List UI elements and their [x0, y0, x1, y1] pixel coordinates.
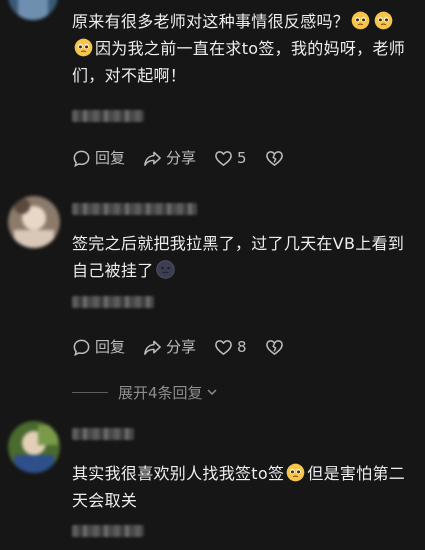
comment-actions: 回复 分享 5 — [72, 147, 306, 169]
comment-text: 签完之后就把我拉黑了，过了几天在VB上看到自己被挂了 — [72, 230, 417, 284]
pleading-face-emoji — [374, 11, 393, 30]
avatar[interactable] — [8, 0, 58, 20]
dislike-button[interactable] — [265, 338, 288, 357]
like-button[interactable]: 5 — [214, 147, 247, 169]
share-arrow-icon — [144, 340, 161, 355]
expand-replies-label: 展开4条回复 — [118, 383, 203, 402]
comment-meta — [72, 110, 144, 122]
share-button[interactable]: 分享 — [143, 147, 196, 169]
reply-label: 回复 — [95, 338, 126, 356]
avatar[interactable] — [8, 421, 60, 473]
comment-actions: 回复 分享 8 — [72, 336, 306, 358]
share-label: 分享 — [166, 338, 197, 356]
share-button[interactable]: 分享 — [143, 336, 196, 358]
dark-moon-face-emoji — [155, 260, 175, 279]
share-label: 分享 — [166, 149, 197, 167]
username[interactable] — [72, 203, 197, 215]
comment-text-part1: 原来有很多老师对这种事情很反感吗？ — [72, 12, 350, 31]
comment-feed: 原来有很多老师对这种事情很反感吗？ 因为我之前一直在求to签，我的妈呀，老师们，对… — [0, 0, 425, 550]
broken-heart-icon — [265, 150, 283, 166]
comment-text-part2: 因为我之前一直在求to签，我的妈呀，老师们，对不起啊！ — [72, 39, 406, 85]
username[interactable] — [72, 428, 134, 440]
comment-meta — [72, 525, 144, 537]
comment-text: 其实我很喜欢别人找我签to签 但是害怕第二天会取关 — [72, 460, 417, 514]
heart-icon — [215, 339, 232, 355]
like-button[interactable]: 8 — [214, 336, 247, 358]
expand-divider-line — [72, 391, 108, 393]
pleading-face-emoji — [74, 38, 93, 57]
pleading-face-emoji — [286, 463, 305, 482]
comment-bubble-icon — [73, 150, 90, 167]
pleading-face-emoji — [351, 11, 370, 30]
share-arrow-icon — [144, 151, 161, 166]
comment-text-part1: 其实我很喜欢别人找我签to签 — [72, 464, 285, 483]
comment-text-body: 签完之后就把我拉黑了，过了几天在VB上看到自己被挂了 — [72, 234, 405, 280]
reply-label: 回复 — [95, 149, 126, 167]
like-count: 5 — [237, 149, 247, 167]
chevron-down-icon — [207, 389, 217, 396]
comment-meta — [72, 296, 154, 308]
comment-text: 原来有很多老师对这种事情很反感吗？ 因为我之前一直在求to签，我的妈呀，老师们，对… — [72, 8, 417, 89]
like-count: 8 — [237, 338, 247, 356]
comment-bubble-icon — [73, 339, 90, 356]
reply-button[interactable]: 回复 — [72, 147, 125, 169]
reply-button[interactable]: 回复 — [72, 336, 125, 358]
avatar[interactable] — [8, 196, 60, 248]
broken-heart-icon — [265, 339, 283, 355]
heart-icon — [215, 150, 232, 166]
expand-replies-button[interactable]: 展开4条回复 — [72, 382, 219, 402]
dislike-button[interactable] — [265, 149, 288, 168]
